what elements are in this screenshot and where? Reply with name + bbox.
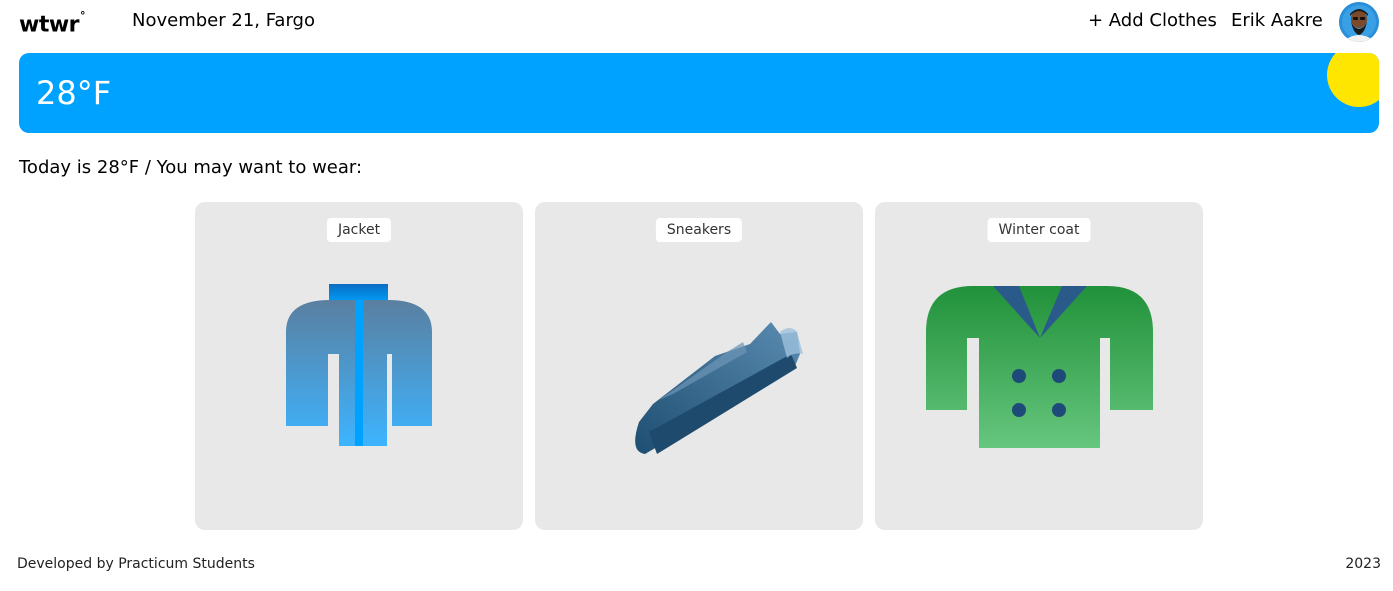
logo-mark: ° [80,9,86,22]
sneaker-icon [635,322,803,454]
item-card-winter-coat[interactable]: Winter coat [875,202,1203,530]
footer-year: 2023 [1345,556,1381,572]
sun-icon [1327,53,1379,107]
winter-coat-icon [926,286,1153,448]
avatar[interactable] [1339,2,1379,42]
recommendation-text: Today is 28°F / You may want to wear: [19,157,363,178]
jacket-icon [286,284,432,446]
header: wtwr° November 21, Fargo + Add Clothes E… [0,0,1393,44]
username: Erik Aakre [1231,10,1323,31]
clothing-cards: Jacket Sneakers Winter coat [195,202,1203,530]
weather-card: 28°F [19,53,1379,133]
logo-text: wtwr [19,12,80,38]
date-location: November 21, Fargo [132,10,315,31]
item-card-label: Jacket [326,218,392,242]
item-card-jacket[interactable]: Jacket [195,202,523,530]
item-card-label: Winter coat [987,218,1091,242]
avatar-image [1339,2,1379,42]
item-card-sneakers[interactable]: Sneakers [535,202,863,530]
item-card-label: Sneakers [655,218,743,242]
logo[interactable]: wtwr° [19,8,86,38]
footer-credit: Developed by Practicum Students [17,556,255,572]
weather-temperature: 28°F [36,74,112,112]
add-clothes-button[interactable]: + Add Clothes [1088,10,1217,32]
